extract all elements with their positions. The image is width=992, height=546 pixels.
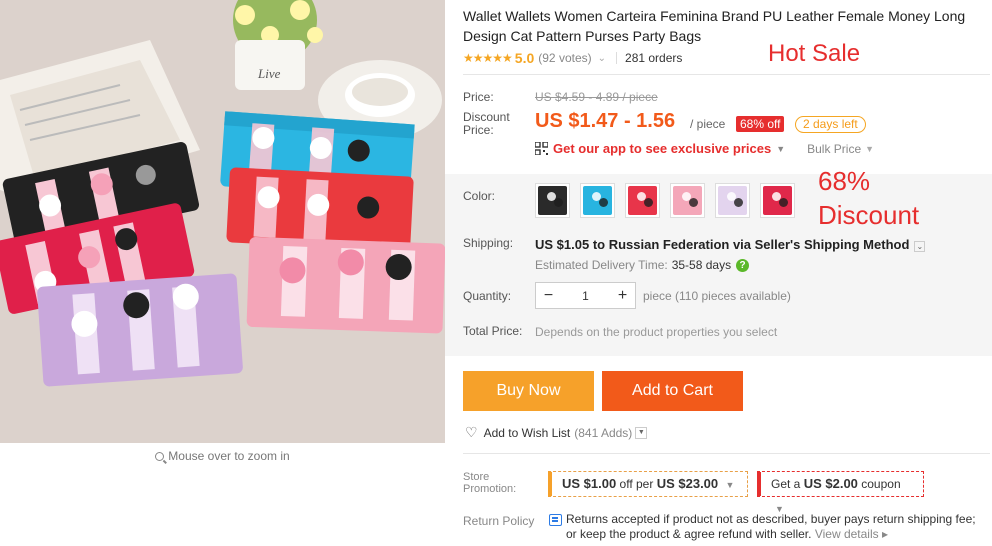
rating-value: 5.0: [514, 50, 535, 66]
shipping-label: Shipping:: [463, 236, 514, 250]
add-to-wishlist-link[interactable]: Add to Wish List: [484, 426, 571, 440]
discount-price-label-line2: Price:: [463, 123, 494, 137]
return-policy-icon: [549, 514, 562, 526]
original-price: US $4.59 - 4.89 / piece: [535, 90, 658, 104]
discount-price: US $1.47 - 1.56: [535, 110, 676, 132]
return-policy-text: Returns accepted if product not as descr…: [566, 512, 986, 542]
caret-down-icon[interactable]: ▼: [776, 144, 785, 154]
available-pieces: (110 pieces available): [675, 289, 791, 303]
store-coupon-get[interactable]: Get a US $2.00 coupon ▼: [757, 471, 924, 514]
quantity-unit: piece: [643, 289, 672, 303]
quantity-input[interactable]: 1: [561, 289, 610, 303]
delivery-days: 35-58 days: [671, 258, 732, 272]
caret-down-icon[interactable]: ▼: [865, 144, 874, 154]
help-icon[interactable]: ?: [736, 258, 750, 272]
discount-annotation: 68% Discount: [818, 164, 919, 232]
coupon-text: off per: [619, 477, 654, 491]
chevron-down-icon[interactable]: ⌄: [914, 241, 926, 252]
store-promotion-label: Store Promotion:: [463, 471, 516, 495]
chevron-down-icon[interactable]: ⌄: [598, 53, 606, 64]
discount-annotation-line2: Discount: [818, 200, 920, 230]
rating-row: ★★★★★ 5.0 (92 votes) ⌄ 281 orders: [463, 49, 682, 67]
store-promotion-label-line2: Promotion:: [463, 483, 517, 495]
color-swatch-black[interactable]: [535, 183, 570, 218]
total-price-hint: Depends on the product properties you se…: [535, 325, 778, 339]
discount-price-label: Discount Price:: [463, 111, 510, 137]
chevron-down-icon[interactable]: ▼: [635, 426, 648, 439]
hot-sale-annotation: Hot Sale: [768, 40, 861, 67]
shipping-method[interactable]: US $1.05 to Russian Federation via Selle…: [535, 237, 926, 252]
coupon-amount: US $1.00: [562, 476, 617, 491]
add-to-cart-button[interactable]: Add to Cart: [602, 371, 743, 411]
app-promo-link[interactable]: Get our app to see exclusive prices: [553, 141, 771, 156]
divider: [463, 74, 990, 75]
view-details-link[interactable]: View details ▸: [815, 527, 888, 541]
heart-icon[interactable]: ♡: [465, 424, 478, 441]
coupon-amount: US $2.00: [803, 476, 858, 491]
quantity-stepper: − 1 +: [535, 282, 636, 309]
coupon-text: coupon: [861, 477, 901, 491]
discount-badge: 68% off: [736, 116, 785, 132]
vase-label: Live: [257, 66, 281, 81]
color-label: Color:: [463, 189, 496, 203]
color-swatch-blue[interactable]: [580, 183, 615, 218]
divider: [463, 453, 990, 454]
wishlist-count: (841 Adds): [574, 425, 633, 440]
quantity-decrease-button[interactable]: −: [536, 287, 561, 305]
zoom-hint-text: Mouse over to zoom in: [168, 449, 290, 463]
quantity-increase-button[interactable]: +: [610, 287, 635, 305]
return-policy-description: Returns accepted if product not as descr…: [566, 512, 976, 541]
price-label: Price:: [463, 90, 494, 104]
color-swatch-purple[interactable]: [715, 183, 750, 218]
price-unit: / piece: [690, 117, 726, 131]
coupon-text: Get a: [771, 477, 801, 491]
caret-down-icon[interactable]: ▼: [725, 480, 734, 490]
quantity-label: Quantity:: [463, 289, 512, 303]
shipping-method-text: US $1.05 to Russian Federation via Selle…: [535, 237, 910, 252]
coupon-threshold: US $23.00: [656, 476, 719, 491]
color-swatches: [535, 183, 805, 218]
return-policy-label: Return Policy: [463, 514, 535, 528]
magnifier-icon: [155, 452, 165, 461]
delivery-time-label: Estimated Delivery Time:: [535, 258, 668, 272]
rating-stars-icon: ★★★★★: [463, 51, 513, 65]
store-promotion-label-line1: Store: [463, 471, 490, 483]
color-swatch-rose[interactable]: [760, 183, 795, 218]
app-promo-row[interactable]: Get our app to see exclusive prices ▼ Bu…: [535, 141, 874, 156]
divider: [616, 52, 618, 64]
product-main-image[interactable]: Live: [0, 0, 445, 443]
votes-count[interactable]: (92 votes): [538, 51, 591, 65]
qr-code-icon: [535, 142, 548, 155]
discount-annotation-line1: 68%: [818, 166, 871, 196]
days-left-badge: 2 days left: [795, 116, 866, 133]
product-title: Wallet Wallets Women Carteira Feminina B…: [463, 8, 966, 44]
total-price-label: Total Price:: [463, 324, 523, 338]
buy-now-button[interactable]: Buy Now: [463, 371, 594, 411]
orders-count: 281 orders: [625, 51, 683, 65]
delivery-time: Estimated Delivery Time: 35-58 days ?: [535, 258, 750, 272]
stock-info: piece (110 pieces available): [643, 289, 791, 303]
zoom-hint: Mouse over to zoom in: [0, 449, 445, 463]
color-swatch-red[interactable]: [625, 183, 660, 218]
store-coupon-discount[interactable]: US $1.00 off per US $23.00 ▼: [548, 471, 748, 497]
color-swatch-pink[interactable]: [670, 183, 705, 218]
bulk-price-link[interactable]: Bulk Price: [807, 142, 861, 156]
wishlist-row[interactable]: ♡ Add to Wish List (841 Adds) ▼: [465, 424, 648, 441]
